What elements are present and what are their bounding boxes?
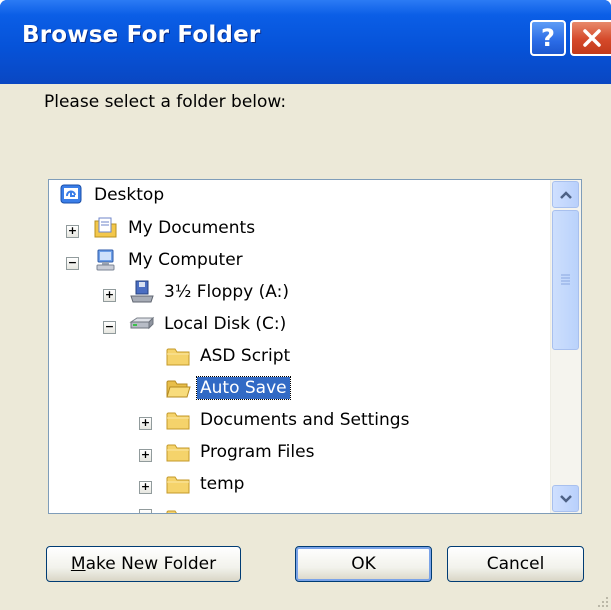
tree-item-my-computer[interactable]: My Computer	[93, 245, 246, 275]
collapse-toggle[interactable]: −	[103, 321, 116, 334]
tree-item-local-disk[interactable]: Local Disk (C:)	[129, 309, 289, 339]
desktop-icon	[59, 183, 85, 207]
tree-item-documents-and-settings[interactable]: Documents and Settings	[165, 405, 412, 435]
help-icon: ?	[541, 24, 555, 52]
tree-item-temp[interactable]: temp	[165, 469, 247, 499]
floppy-drive-icon	[129, 280, 155, 304]
tree-item-my-documents[interactable]: My Documents	[93, 213, 258, 243]
folder-tree[interactable]: Desktop + My Documents − My Computer + 3…	[48, 179, 582, 514]
make-new-folder-button[interactable]: Make New Folder	[46, 546, 241, 582]
expand-toggle[interactable]: +	[139, 481, 152, 494]
title-bar[interactable]: Browse For Folder ?	[0, 0, 611, 84]
collapse-toggle[interactable]: −	[66, 257, 79, 270]
scrollbar-thumb[interactable]	[552, 210, 579, 350]
hard-disk-icon	[129, 312, 155, 336]
scroll-down-button[interactable]	[552, 485, 579, 512]
ok-button[interactable]: OK	[295, 546, 432, 582]
help-button[interactable]: ?	[530, 20, 566, 56]
tree-item-label: My Documents	[128, 218, 256, 238]
tree-item-label: Auto Save	[196, 376, 291, 400]
tree-item-label: Desktop	[94, 185, 165, 205]
tree-item-label: Program Files	[200, 442, 315, 462]
folder-icon	[165, 344, 191, 368]
grip-icon	[561, 274, 570, 285]
tree-item-label: ASD Script	[200, 346, 291, 366]
dialog-body: Please select a folder below: Desktop +	[0, 84, 611, 610]
tree-item-label: My Computer	[128, 250, 243, 270]
folder-icon	[165, 440, 191, 464]
expand-toggle[interactable]: +	[139, 449, 152, 462]
expand-toggle[interactable]: +	[139, 417, 152, 430]
browse-for-folder-dialog: Browse For Folder ? Please select a fold…	[0, 0, 611, 610]
prompt-text: Please select a folder below:	[44, 92, 287, 112]
button-label: OK	[351, 554, 376, 574]
tree-item-label: Documents and Settings	[200, 410, 410, 430]
button-label: ake New Folder	[85, 554, 217, 574]
mnemonic-letter: M	[70, 554, 86, 574]
expand-toggle[interactable]	[139, 509, 152, 513]
vertical-scrollbar[interactable]	[550, 180, 581, 513]
my-computer-icon	[93, 248, 119, 272]
tree-item-asd-script[interactable]: ASD Script	[165, 341, 293, 371]
button-label: Cancel	[486, 554, 545, 574]
expand-toggle[interactable]: +	[103, 289, 116, 302]
expand-toggle[interactable]: +	[66, 225, 79, 238]
tree-item-floppy-drive[interactable]: 3½ Floppy (A:)	[129, 277, 292, 307]
tree-item-label: temp	[200, 474, 245, 494]
chevron-up-icon	[559, 190, 572, 199]
dialog-title: Browse For Folder	[22, 22, 261, 48]
tree-item-label: Local Disk (C:)	[164, 314, 287, 334]
folder-icon	[165, 408, 191, 432]
close-icon	[582, 29, 601, 47]
tree-item-program-files[interactable]: Program Files	[165, 437, 317, 467]
close-button[interactable]	[570, 20, 611, 56]
my-documents-icon	[93, 216, 119, 240]
open-folder-icon	[165, 376, 191, 400]
folder-icon	[165, 506, 191, 513]
tree-item-label: 3½ Floppy (A:)	[164, 282, 289, 302]
folder-icon	[165, 472, 191, 496]
resize-grip-icon[interactable]	[595, 594, 609, 608]
tree-item-desktop[interactable]: Desktop	[59, 180, 167, 210]
cancel-button[interactable]: Cancel	[447, 546, 584, 582]
scroll-up-button[interactable]	[552, 181, 579, 208]
tree-item-auto-save[interactable]: Auto Save	[165, 373, 291, 403]
chevron-down-icon	[559, 494, 572, 503]
